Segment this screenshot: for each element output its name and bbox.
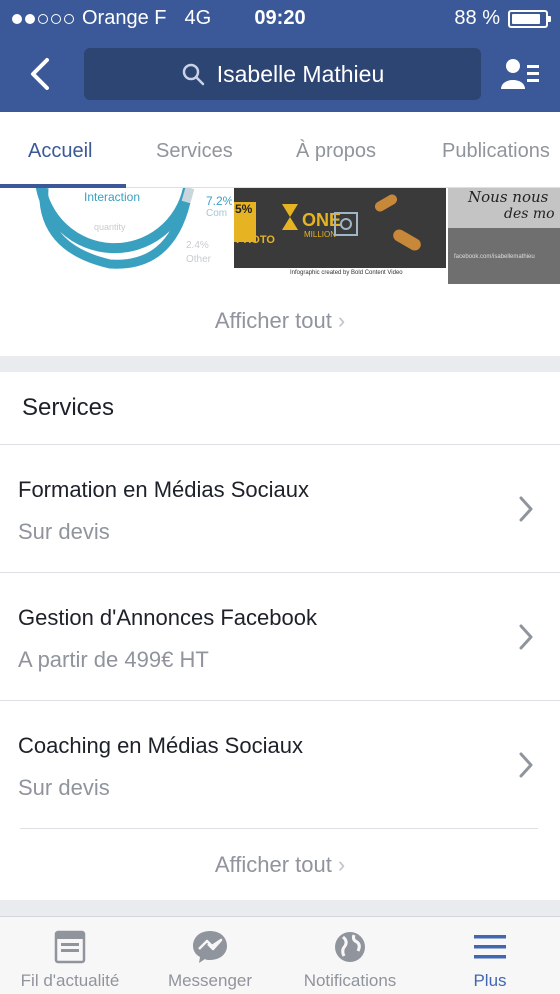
- chart-sublabel: quantity: [94, 222, 126, 232]
- tab-label: Plus: [473, 971, 507, 990]
- show-all-label: Afficher tout: [214, 852, 332, 877]
- show-all-label: Afficher tout: [214, 308, 332, 333]
- friend-list-icon: [501, 59, 539, 89]
- back-chevron-icon: [31, 58, 49, 90]
- tab-label: Messenger: [167, 971, 253, 990]
- battery-icon: [508, 9, 551, 28]
- service-item[interactable]: Gestion d'Annonces Facebook A partir de …: [0, 573, 560, 701]
- chevron-right-icon: ›: [337, 852, 346, 877]
- services-title: Services: [22, 394, 115, 421]
- chevron-right-icon: ›: [337, 308, 346, 333]
- menu-icon: [474, 935, 506, 959]
- service-price: Sur devis: [18, 519, 110, 544]
- service-name: Gestion d'Annonces Facebook: [18, 605, 317, 630]
- photo-thumbnail-quote[interactable]: Nous nous des mo facebook.com/isabellema…: [448, 188, 560, 284]
- photos-card: Interaction quantity 7.2% Com 2.4% Other…: [0, 188, 560, 356]
- battery-percent: 88 %: [454, 7, 500, 29]
- tab-messenger[interactable]: Messenger: [140, 917, 280, 994]
- search-icon: [182, 63, 204, 86]
- infographic-photo-text: PHOTO: [236, 234, 275, 246]
- quote-line-1: Nous nous: [468, 188, 549, 206]
- infographic-million-text: MILLION: [304, 230, 337, 239]
- infographic-credit: Infographic created by Bold Content Vide…: [290, 270, 403, 276]
- quote-caption: facebook.com/isabellemathieu: [454, 254, 535, 260]
- service-price: Sur devis: [18, 775, 110, 800]
- tab-services[interactable]: Services: [156, 140, 233, 163]
- show-all-services-link[interactable]: Afficher tout ›: [0, 852, 560, 878]
- safe-icon: [334, 212, 358, 236]
- service-item[interactable]: Formation en Médias Sociaux Sur devis: [0, 445, 560, 573]
- chart-pct-1-sub: Com: [206, 208, 228, 219]
- tab-a-propos[interactable]: À propos: [296, 140, 376, 163]
- friend-list-button[interactable]: [496, 52, 544, 96]
- back-button[interactable]: [20, 52, 60, 96]
- tab-label: Fil d'actualité: [20, 971, 120, 990]
- top-bar: Orange F 4G 09:20 88 % Isabelle Mathieu: [0, 0, 560, 112]
- tab-accueil[interactable]: Accueil: [28, 140, 92, 163]
- search-text: Isabelle Mathieu: [216, 60, 385, 87]
- tab-notifications[interactable]: Notifications: [280, 917, 420, 994]
- quote-line-2: des mo: [504, 206, 555, 222]
- services-card: Services Formation en Médias Sociaux Sur…: [0, 372, 560, 900]
- search-bar[interactable]: Isabelle Mathieu: [84, 48, 481, 100]
- show-all-photos-link[interactable]: Afficher tout ›: [0, 308, 560, 334]
- tab-label: Notifications: [303, 971, 397, 990]
- chevron-right-icon: [519, 496, 533, 522]
- service-item[interactable]: Coaching en Médias Sociaux Sur devis: [0, 701, 560, 829]
- tab-publications[interactable]: Publications: [442, 140, 550, 163]
- chart-pct-1: 7.2%: [206, 194, 232, 208]
- tab-news-feed[interactable]: Fil d'actualité: [0, 917, 140, 994]
- service-name: Coaching en Médias Sociaux: [18, 733, 303, 758]
- hourglass-icon: [282, 204, 298, 230]
- infographic-left-text: 5%: [235, 202, 253, 216]
- bottom-tab-bar: Fil d'actualité Messenger Notifications …: [0, 916, 560, 994]
- service-price: A partir de 499€ HT: [18, 647, 209, 672]
- page-tabs: Accueil Services À propos Publications: [0, 112, 560, 188]
- chevron-right-icon: [519, 752, 533, 778]
- chevron-right-icon: [519, 624, 533, 650]
- status-bar: Orange F 4G 09:20 88 %: [0, 0, 560, 36]
- photo-thumbnail-million[interactable]: 5% PHOTO ONE MILLION Infographic created…: [234, 188, 446, 284]
- globe-icon: [335, 932, 365, 962]
- chart-pct-2-sub: Other: [186, 254, 212, 265]
- chart-pct-2: 2.4%: [186, 240, 209, 251]
- service-name: Formation en Médias Sociaux: [18, 477, 310, 502]
- news-feed-icon: [54, 930, 86, 964]
- tab-more[interactable]: Plus: [420, 917, 560, 994]
- photo-thumbnail-infographic[interactable]: Interaction quantity 7.2% Com 2.4% Other: [0, 188, 232, 284]
- chart-label: Interaction: [84, 190, 141, 204]
- messenger-icon: [193, 931, 227, 963]
